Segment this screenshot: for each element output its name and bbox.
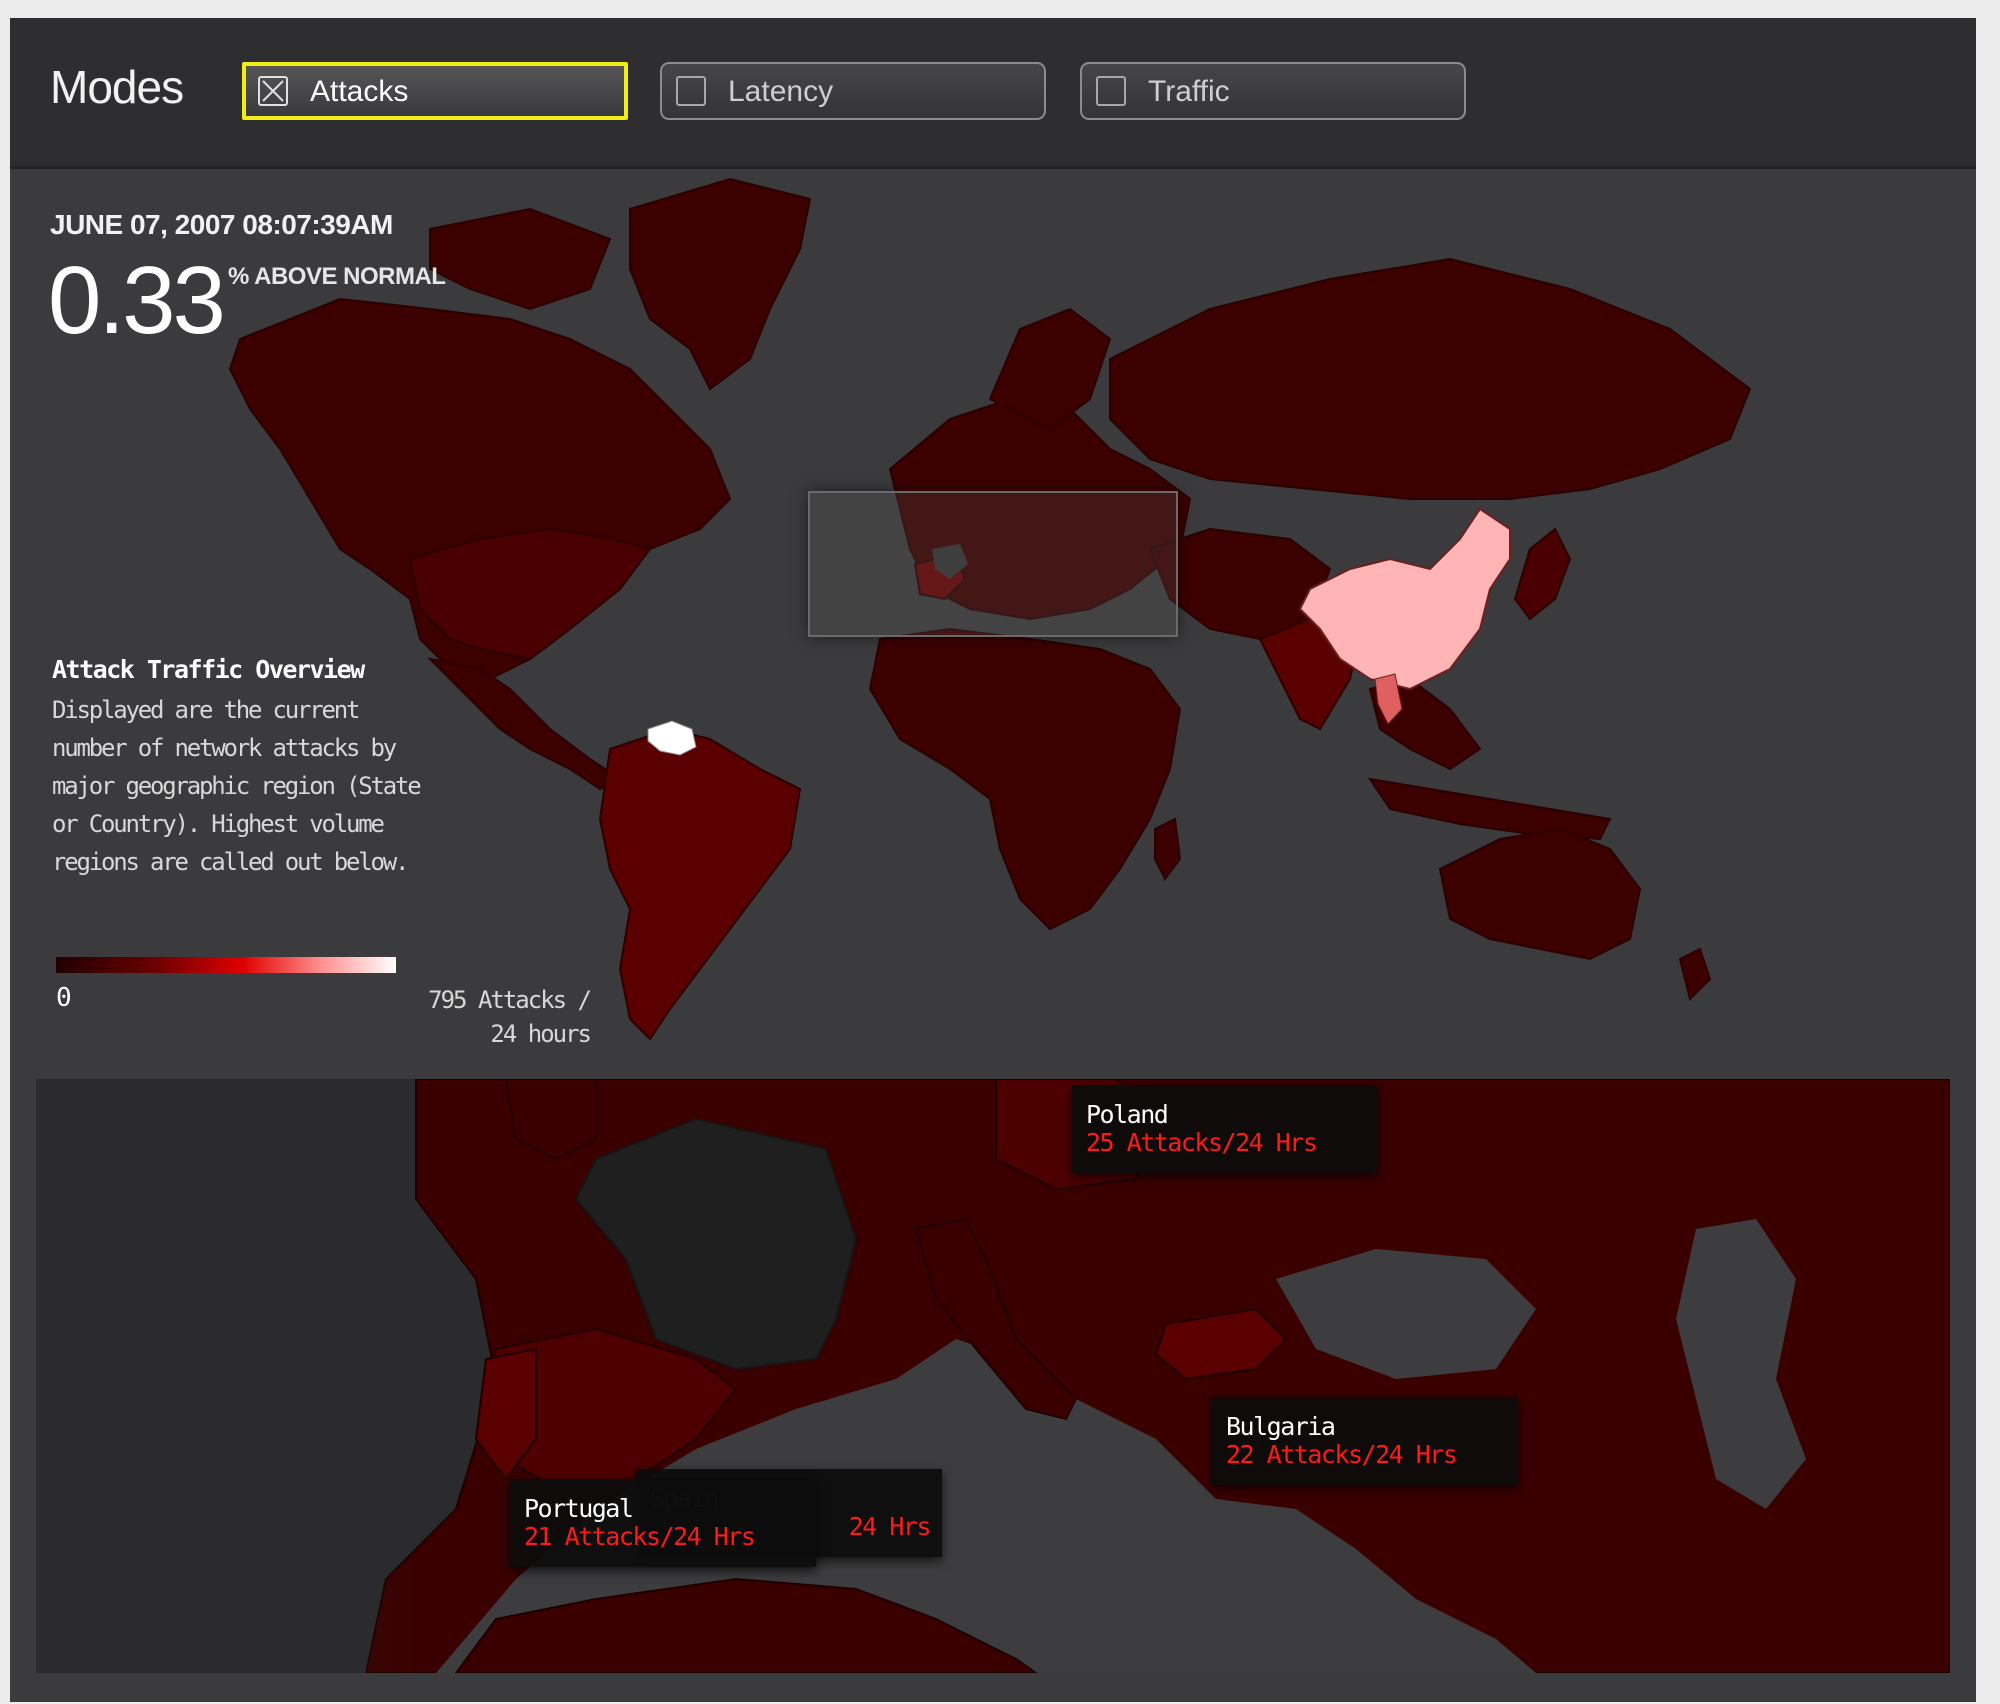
mode-traffic-label: Traffic: [1148, 75, 1230, 108]
callout-country: Poland: [1086, 1100, 1169, 1129]
callout-portugal[interactable]: Portugal 21 Attacks/24 Hrs: [510, 1479, 816, 1567]
overview-description: Displayed are the current number of netw…: [52, 696, 422, 876]
mode-attacks-label: Attacks: [310, 75, 409, 108]
map-region-madagascar: [1154, 817, 1182, 881]
legend-color-scale: [56, 957, 396, 973]
callout-country: Bulgaria: [1226, 1412, 1336, 1441]
map-region-indonesia: [1367, 777, 1612, 841]
mode-latency-button[interactable]: Latency: [660, 62, 1046, 120]
zoom-region-frame[interactable]: [808, 491, 1178, 637]
legend-max-line1: 795 Attacks /: [428, 986, 592, 1014]
mode-attacks-button[interactable]: Attacks: [242, 62, 628, 120]
europe-detail-panel: Poland 25 Attacks/24 Hrs Bulgaria 22 Att…: [36, 1079, 1950, 1673]
mode-latency-label: Latency: [728, 75, 834, 108]
legend-max-line2: 24 hours: [490, 1020, 592, 1048]
modes-toolbar: Modes Attacks Latency Traffic: [10, 18, 1976, 169]
map-region-greenland: [629, 177, 812, 391]
checkbox-checked-icon: [258, 76, 288, 106]
map-region-south-america: [598, 727, 802, 1041]
callout-country: Portugal: [524, 1494, 634, 1523]
callout-bulgaria[interactable]: Bulgaria 22 Attacks/24 Hrs: [1212, 1397, 1518, 1485]
checkbox-icon: [1096, 76, 1126, 106]
timestamp: JUNE 07, 2007 08:07:39AM: [50, 209, 393, 240]
legend-min-label: 0: [56, 983, 72, 1013]
overview-title: Attack Traffic Overview: [52, 655, 365, 684]
app-window: Modes Attacks Latency Traffic JUNE 07, 2…: [10, 18, 1976, 1702]
callout-poland[interactable]: Poland 25 Attacks/24 Hrs: [1072, 1085, 1378, 1173]
callout-attack-count: 21 Attacks/24 Hrs: [524, 1522, 756, 1551]
world-map-panel: JUNE 07, 2007 08:07:39AM 0.33 % ABOVE NO…: [10, 169, 1976, 1079]
europe-detail-map[interactable]: [36, 1079, 1950, 1673]
callout-attack-count: 25 Attacks/24 Hrs: [1086, 1128, 1318, 1157]
map-region-russia: [1109, 257, 1752, 500]
legend-max-label: 795 Attacks / 24 hours: [390, 983, 592, 1051]
map-region-central-america: [426, 657, 622, 791]
modes-title: Modes: [50, 61, 184, 113]
map-region-australia: [1438, 827, 1642, 961]
metric-unit: % ABOVE NORMAL: [228, 263, 446, 290]
map-region-new-zealand: [1678, 947, 1712, 1001]
callout-attack-count: 22 Attacks/24 Hrs: [1226, 1440, 1458, 1469]
checkbox-icon: [676, 76, 706, 106]
map-region-arctic-islands: [429, 207, 612, 311]
mode-traffic-button[interactable]: Traffic: [1080, 62, 1466, 120]
map-region-japan: [1513, 527, 1572, 621]
metric-value: 0.33: [48, 247, 226, 354]
map-region-africa: [868, 627, 1182, 931]
